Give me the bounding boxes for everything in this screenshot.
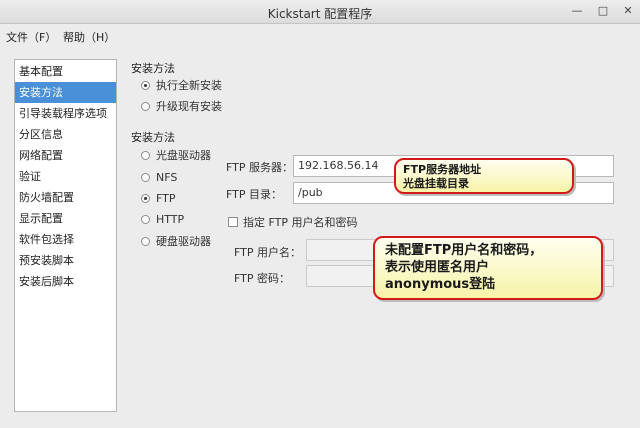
radio-selected-icon	[141, 81, 150, 90]
sidebar-item-partition[interactable]: 分区信息	[15, 124, 116, 145]
radio-unselected-icon	[141, 151, 150, 160]
radio-label: 光盘驱动器	[156, 149, 211, 162]
radio-label: 执行全新安装	[156, 79, 222, 92]
ftp-dir-label: FTP 目录：	[226, 188, 282, 201]
install-method-heading: 安装方法	[131, 62, 175, 75]
sidebar-item-pre-script[interactable]: 预安装脚本	[15, 250, 116, 271]
sidebar-item-bootloader[interactable]: 引导装载程序选项	[15, 103, 116, 124]
radio-label: FTP	[156, 192, 176, 205]
menu-file[interactable]: 文件（F）	[6, 29, 56, 45]
ftp-server-label: FTP 服务器：	[226, 161, 293, 174]
radio-unselected-icon	[141, 215, 150, 224]
radio-harddrive[interactable]: 硬盘驱动器	[141, 234, 211, 250]
radio-unselected-icon	[141, 237, 150, 246]
radio-label: NFS	[156, 171, 178, 184]
install-source-heading: 安装方法	[131, 131, 175, 144]
radio-upgrade[interactable]: 升级现有安装	[141, 99, 222, 115]
radio-nfs[interactable]: NFS	[141, 170, 177, 186]
ftp-auth-checkbox-label: 指定 FTP 用户名和密码	[243, 216, 358, 229]
close-icon[interactable]: ✕	[621, 4, 635, 18]
radio-label: 升级现有安装	[156, 100, 222, 113]
annotation-callout-anonymous: 未配置FTP用户名和密码， 表示使用匿名用户 anonymous登陆	[373, 236, 603, 300]
radio-selected-icon	[141, 194, 150, 203]
sidebar-item-packages[interactable]: 软件包选择	[15, 229, 116, 250]
sidebar-item-post-script[interactable]: 安装后脚本	[15, 271, 116, 292]
callout-text: 光盘挂载目录	[403, 177, 469, 190]
menu-help[interactable]: 帮助（H）	[63, 29, 115, 45]
maximize-icon[interactable]: □	[596, 4, 610, 18]
ftp-pass-label: FTP 密码：	[234, 272, 290, 285]
radio-unselected-icon	[141, 102, 150, 111]
sidebar-item-network[interactable]: 网络配置	[15, 145, 116, 166]
sidebar-item-firewall[interactable]: 防火墙配置	[15, 187, 116, 208]
callout-text: 未配置FTP用户名和密码，	[385, 243, 543, 258]
checkbox-unchecked-icon	[228, 217, 238, 227]
radio-label: HTTP	[156, 213, 185, 226]
sidebar-item-install-method[interactable]: 安装方法	[15, 82, 116, 103]
menu-bar: 文件（F） 帮助（H）	[0, 24, 640, 48]
title-bar: Kickstart 配置程序 — □ ✕	[0, 0, 640, 24]
callout-text: FTP服务器地址	[403, 163, 482, 176]
ftp-user-label: FTP 用户名：	[234, 246, 301, 259]
ftp-auth-checkbox[interactable]: 指定 FTP 用户名和密码	[228, 214, 357, 230]
sidebar-nav: 基本配置 安装方法 引导装载程序选项 分区信息 网络配置 验证 防火墙配置 显示…	[14, 59, 117, 412]
radio-fresh-install[interactable]: 执行全新安装	[141, 78, 222, 94]
callout-text: 表示使用匿名用户	[385, 260, 490, 275]
sidebar-item-auth[interactable]: 验证	[15, 166, 116, 187]
radio-http[interactable]: HTTP	[141, 212, 184, 228]
callout-text: anonymous登陆	[385, 277, 496, 292]
annotation-callout-ftp-server: FTP服务器地址 光盘挂载目录	[394, 158, 574, 194]
window-title: Kickstart 配置程序	[267, 7, 373, 21]
radio-cdrom[interactable]: 光盘驱动器	[141, 148, 211, 164]
radio-label: 硬盘驱动器	[156, 235, 211, 248]
radio-unselected-icon	[141, 173, 150, 182]
minimize-icon[interactable]: —	[570, 4, 584, 18]
radio-ftp[interactable]: FTP	[141, 191, 176, 207]
sidebar-item-basic[interactable]: 基本配置	[15, 61, 116, 82]
sidebar-item-display[interactable]: 显示配置	[15, 208, 116, 229]
